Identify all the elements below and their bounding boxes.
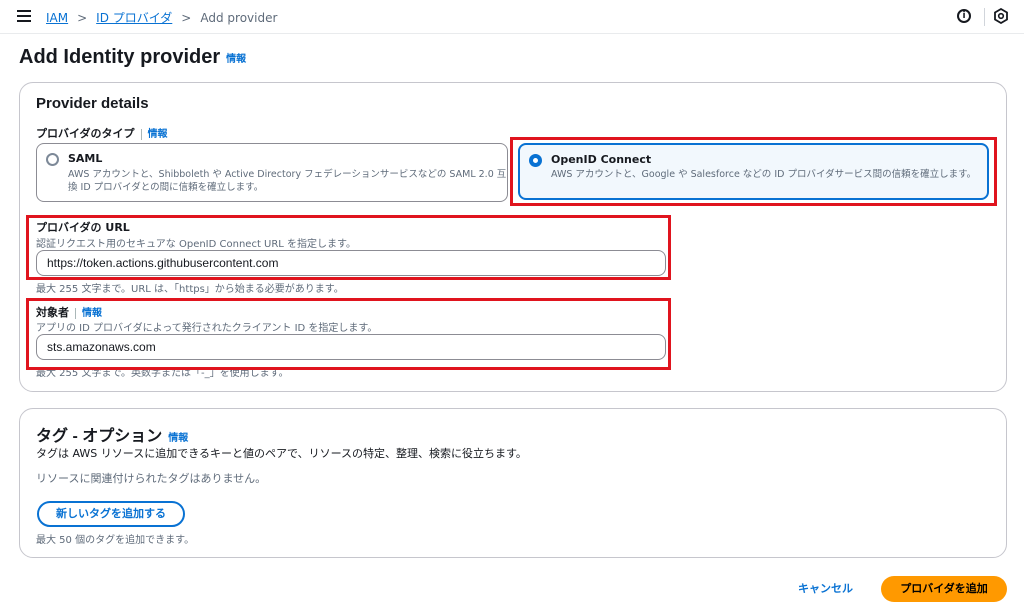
top-navigation-bar: IAM > ID プロバイダ > Add provider i bbox=[0, 0, 1024, 34]
menu-icon[interactable] bbox=[17, 10, 31, 22]
openid-radio[interactable] bbox=[529, 154, 542, 167]
provider-url-hint: 最大 255 文字まで。URL は、「https」から始まる必要があります。 bbox=[36, 284, 344, 295]
page-title-text: Add Identity provider bbox=[19, 46, 221, 68]
add-tag-button[interactable]: 新しいタグを追加する bbox=[37, 501, 185, 527]
tags-title-text: タグ - オプション bbox=[36, 428, 163, 445]
tags-desc: タグは AWS リソースに追加できるキーと値のペアで、リソースの特定、整理、検索… bbox=[36, 447, 527, 460]
page-info-link[interactable]: 情報 bbox=[226, 54, 246, 65]
breadcrumb: IAM > ID プロバイダ > Add provider bbox=[46, 9, 277, 26]
audience-hint: 最大 255 文字まで。英数字または「-_」を使用します。 bbox=[36, 368, 289, 379]
breadcrumb-separator: > bbox=[181, 10, 192, 25]
provider-url-input[interactable] bbox=[36, 250, 666, 276]
provider-url-label: プロバイダの URL bbox=[36, 221, 130, 234]
openid-option-desc: AWS アカウントと、Google や Salesforce などの ID プロ… bbox=[551, 169, 977, 180]
provider-details-title: Provider details bbox=[36, 95, 149, 112]
tags-hint: 最大 50 個のタグを追加できます。 bbox=[36, 535, 195, 546]
header-divider bbox=[984, 8, 985, 26]
saml-option-title: SAML bbox=[68, 152, 103, 165]
audience-info-link[interactable]: 情報 bbox=[82, 308, 102, 319]
provider-type-info-link[interactable]: 情報 bbox=[148, 129, 168, 140]
add-provider-button[interactable]: プロバイダを追加 bbox=[881, 576, 1007, 602]
openid-option-title: OpenID Connect bbox=[551, 153, 652, 166]
tags-title: タグ - オプション 情報 bbox=[36, 422, 188, 446]
saml-option-desc-line1: AWS アカウントと、Shibboleth や Active Directory… bbox=[68, 169, 507, 180]
settings-icon[interactable] bbox=[993, 8, 1009, 24]
provider-type-label: プロバイダのタイプ 情報 bbox=[36, 125, 168, 141]
saml-option-desc-line2: 換 ID プロバイダとの間に信頼を確立します。 bbox=[68, 182, 264, 193]
breadcrumb-current: Add provider bbox=[200, 10, 278, 25]
audience-desc: アプリの ID プロバイダによって発行されたクライアント ID を指定します。 bbox=[36, 323, 378, 334]
tags-empty-text: リソースに関連付けられたタグはありません。 bbox=[36, 472, 267, 485]
label-divider bbox=[140, 128, 142, 140]
saml-radio[interactable] bbox=[46, 153, 59, 166]
audience-label: 対象者 情報 bbox=[36, 304, 102, 320]
audience-input[interactable] bbox=[36, 334, 666, 360]
provider-type-label-text: プロバイダのタイプ bbox=[36, 127, 135, 140]
breadcrumb-id-providers[interactable]: ID プロバイダ bbox=[96, 9, 172, 26]
saml-option-card[interactable]: SAML AWS アカウントと、Shibboleth や Active Dire… bbox=[36, 143, 508, 202]
provider-url-desc: 認証リクエスト用のセキュアな OpenID Connect URL を指定します… bbox=[36, 239, 357, 250]
openid-option-card[interactable]: OpenID Connect AWS アカウントと、Google や Sales… bbox=[518, 143, 989, 200]
audience-label-text: 対象者 bbox=[36, 306, 69, 319]
tags-info-link[interactable]: 情報 bbox=[168, 433, 188, 444]
breadcrumb-iam[interactable]: IAM bbox=[46, 11, 68, 25]
page-title: Add Identity provider 情報 bbox=[19, 46, 246, 69]
breadcrumb-separator: > bbox=[77, 10, 88, 25]
info-icon[interactable]: i bbox=[957, 9, 971, 23]
cancel-button[interactable]: キャンセル bbox=[798, 580, 853, 596]
label-divider bbox=[75, 307, 76, 319]
